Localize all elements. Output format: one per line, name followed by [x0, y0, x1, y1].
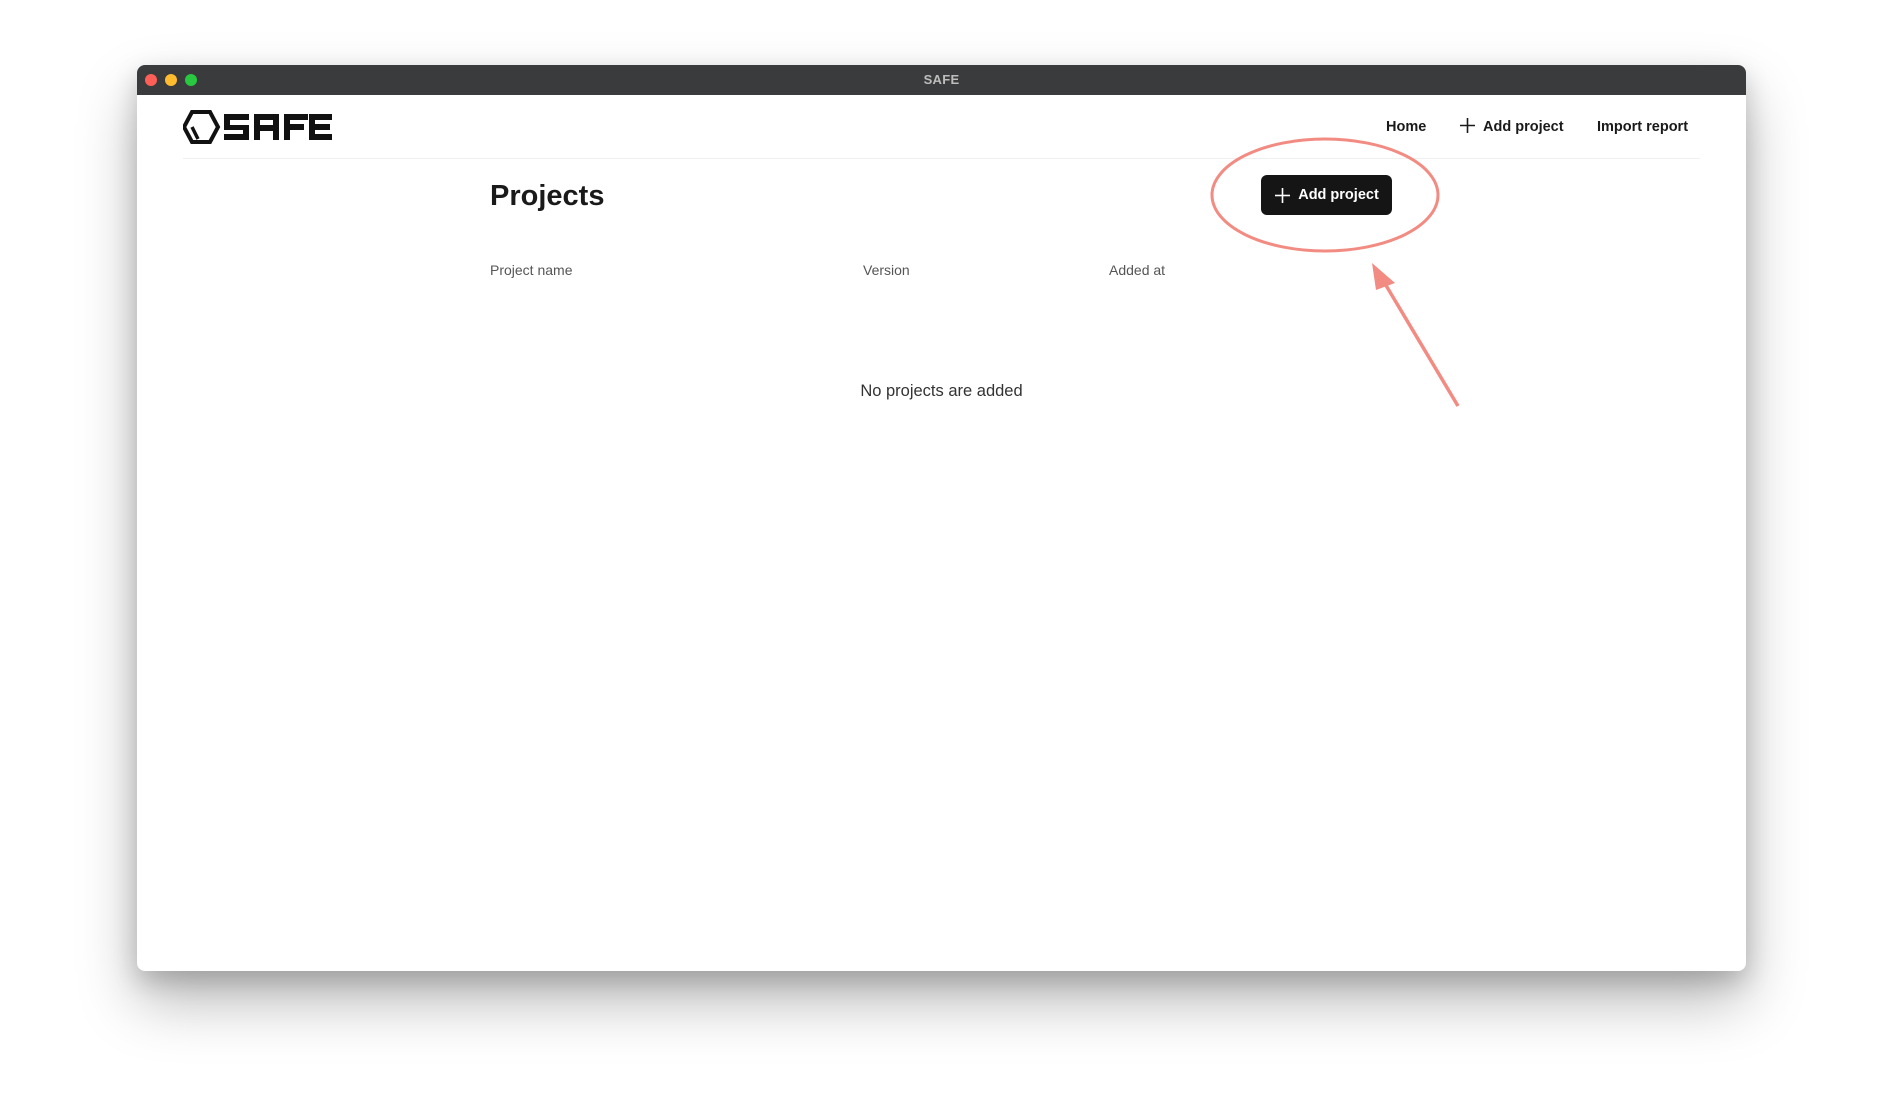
navbar: Home Add project Import report	[181, 95, 1700, 159]
nav-import-report-label: Import report	[1597, 119, 1689, 135]
column-header-version[interactable]: Version	[863, 262, 910, 278]
nav-home[interactable]: Home	[1386, 117, 1426, 137]
window-title: SAFE	[923, 72, 960, 87]
plus-icon	[1275, 187, 1291, 203]
column-header-project-name[interactable]: Project name	[490, 262, 572, 278]
empty-state-message: No projects are added	[860, 382, 1023, 400]
plus-icon	[1460, 118, 1475, 133]
nav-import-report[interactable]: Import report	[1597, 117, 1688, 137]
add-project-button[interactable]: Add project	[1261, 175, 1392, 215]
column-header-added-at[interactable]: Added at	[1109, 262, 1165, 278]
nav-add-project-label: Add project	[1483, 119, 1564, 135]
titlebar: SAFE	[137, 65, 1746, 95]
page-title: Projects	[490, 180, 605, 212]
nav-home-label: Home	[1386, 119, 1427, 135]
app-window: SAFE Home Add project Import report Proj…	[137, 65, 1746, 971]
safe-logo[interactable]	[181, 109, 333, 145]
safe-logo-icon	[181, 110, 332, 144]
nav-add-project[interactable]: Add project	[1459, 117, 1564, 137]
add-project-button-label: Add project	[1298, 187, 1379, 203]
